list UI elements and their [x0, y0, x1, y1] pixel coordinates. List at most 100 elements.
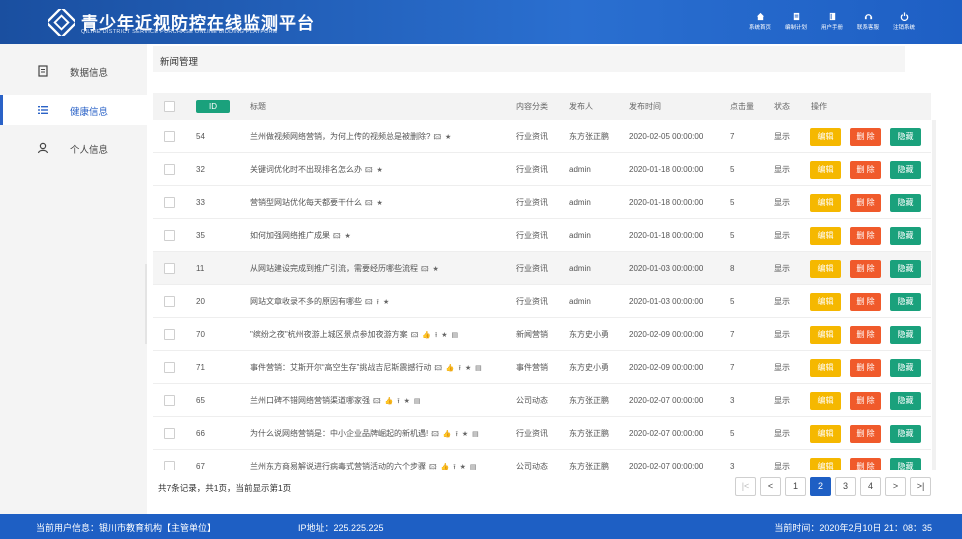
last-page-button[interactable]: >| [910, 477, 931, 496]
table-scrollbar[interactable] [932, 120, 936, 470]
delete-button[interactable]: 删 除 [850, 293, 881, 311]
page-button-3[interactable]: 3 [835, 477, 856, 496]
delete-button[interactable]: 删 除 [850, 260, 881, 278]
page-button-2[interactable]: 2 [810, 477, 831, 496]
title-text[interactable]: 兰州做视频网络营销，为何上传的视频总是被删除? [250, 132, 430, 141]
table-row[interactable]: 67 兰州东方商易解说进行病毒式营销活动的六个步骤 🖾 👍 ⭱ ★ ▤ 公司动态 东方张… [153, 450, 931, 470]
cell-title[interactable]: 网站文章收录不多的原因有哪些 🖾 ⭱ ★ [250, 285, 390, 319]
row-checkbox[interactable] [164, 428, 175, 439]
table-row[interactable]: 54 兰州做视频网络营销，为何上传的视频总是被删除? 🖾 ★ 行业资讯 东方张正鹏 202… [153, 120, 931, 153]
edit-button[interactable]: 编辑 [810, 227, 841, 245]
row-checkbox[interactable] [164, 197, 175, 208]
title-text[interactable]: 兰州口碑不错网络营销渠道哪家强 [250, 396, 370, 405]
cell-title[interactable]: 事件营销：艾斯开尔“高空生存”挑战吉尼斯震撼行动 🖾 👍 ⭱ ★ ▤ [250, 351, 483, 385]
hide-button[interactable]: 隐藏 [890, 359, 921, 377]
title-text[interactable]: "缤纷之夜"杭州夜游上城区景点参加夜游方案 [250, 330, 408, 339]
sidebar-item-health[interactable]: 健康信息 [0, 95, 147, 125]
page-button-1[interactable]: 1 [785, 477, 806, 496]
select-all-checkbox[interactable] [164, 101, 175, 112]
table-body[interactable]: 54 兰州做视频网络营销，为何上传的视频总是被删除? 🖾 ★ 行业资讯 东方张正鹏 202… [147, 118, 962, 470]
title-text[interactable]: 网站文章收录不多的原因有哪些 [250, 297, 362, 306]
row-checkbox[interactable] [164, 263, 175, 274]
table-row[interactable]: 70 "缤纷之夜"杭州夜游上城区景点参加夜游方案 🖾 👍 ⭱ ★ ▤ 新闻营销 东方史小… [153, 318, 931, 351]
cell-title[interactable]: 如何加强网络推广成果 🖾 ★ [250, 219, 352, 253]
table-row[interactable]: 20 网站文章收录不多的原因有哪些 🖾 ⭱ ★ 行业资讯 admin 2020-01-03… [153, 285, 931, 318]
first-page-button[interactable]: |< [735, 477, 756, 496]
hide-button[interactable]: 隐藏 [890, 194, 921, 212]
hide-button[interactable]: 隐藏 [890, 425, 921, 443]
cell-category: 行业资讯 [516, 198, 548, 207]
delete-button[interactable]: 删 除 [850, 326, 881, 344]
row-checkbox[interactable] [164, 329, 175, 340]
edit-button[interactable]: 编辑 [810, 425, 841, 443]
edit-button[interactable]: 编辑 [810, 359, 841, 377]
next-page-button[interactable]: > [885, 477, 906, 496]
delete-button[interactable]: 删 除 [850, 359, 881, 377]
cell-title[interactable]: 营销型网站优化每天都要干什么 🖾 ★ [250, 186, 384, 220]
hide-button[interactable]: 隐藏 [890, 392, 921, 410]
column-id[interactable]: ID [196, 100, 230, 113]
row-checkbox[interactable] [164, 461, 175, 470]
table-row[interactable]: 66 为什么说网络营销是：中小企业品牌崛起的新机遇! 🖾 👍 ⭱ ★ ▤ 行业资讯 东方… [153, 417, 931, 450]
title-text[interactable]: 为什么说网络营销是：中小企业品牌崛起的新机遇! [250, 429, 428, 438]
cell-title[interactable]: 兰州口碑不错网络营销渠道哪家强 🖾 👍 ⭱ ★ ▤ [250, 384, 421, 418]
edit-button[interactable]: 编辑 [810, 194, 841, 212]
delete-button[interactable]: 删 除 [850, 161, 881, 179]
hide-button[interactable]: 隐藏 [890, 260, 921, 278]
table-row[interactable]: 32 关键词优化时不出现排名怎么办 🖾 ★ 行业资讯 admin 2020-01-18 0… [153, 153, 931, 186]
nav-logout[interactable]: 注销系统 [886, 12, 922, 31]
hide-button[interactable]: 隐藏 [890, 128, 921, 146]
edit-button[interactable]: 编辑 [810, 458, 841, 470]
title-text[interactable]: 关键词优化时不出现排名怎么办 [250, 165, 362, 174]
cell-id: 65 [196, 396, 205, 405]
nav-support[interactable]: 联系客服 [850, 12, 886, 31]
title-text[interactable]: 营销型网站优化每天都要干什么 [250, 198, 362, 207]
hide-button[interactable]: 隐藏 [890, 161, 921, 179]
row-checkbox[interactable] [164, 131, 175, 142]
table-row[interactable]: 65 兰州口碑不错网络营销渠道哪家强 🖾 👍 ⭱ ★ ▤ 公司动态 东方张正鹏 2020-… [153, 384, 931, 417]
edit-button[interactable]: 编辑 [810, 161, 841, 179]
edit-button[interactable]: 编辑 [810, 293, 841, 311]
title-text[interactable]: 如何加强网络推广成果 [250, 231, 330, 240]
delete-button[interactable]: 删 除 [850, 458, 881, 470]
delete-button[interactable]: 删 除 [850, 227, 881, 245]
cell-title[interactable]: 兰州东方商易解说进行病毒式营销活动的六个步骤 🖾 👍 ⭱ ★ ▤ [250, 450, 477, 470]
edit-button[interactable]: 编辑 [810, 260, 841, 278]
row-checkbox[interactable] [164, 362, 175, 373]
row-checkbox[interactable] [164, 296, 175, 307]
plan-icon [793, 12, 799, 21]
page-button-4[interactable]: 4 [860, 477, 881, 496]
nav-plan[interactable]: 编制计划 [778, 12, 814, 31]
edit-button[interactable]: 编辑 [810, 128, 841, 146]
title-text[interactable]: 兰州东方商易解说进行病毒式营销活动的六个步骤 [250, 462, 426, 470]
hide-button[interactable]: 隐藏 [890, 458, 921, 470]
delete-button[interactable]: 删 除 [850, 425, 881, 443]
sidebar-item-data[interactable]: 数据信息 [0, 56, 147, 86]
hide-button[interactable]: 隐藏 [890, 326, 921, 344]
table-row[interactable]: 33 营销型网站优化每天都要干什么 🖾 ★ 行业资讯 admin 2020-01-18 0… [153, 186, 931, 219]
hide-button[interactable]: 隐藏 [890, 227, 921, 245]
table-row[interactable]: 71 事件营销：艾斯开尔“高空生存”挑战吉尼斯震撼行动 🖾 👍 ⭱ ★ ▤ 事件营销 东… [153, 351, 931, 384]
delete-button[interactable]: 删 除 [850, 128, 881, 146]
sidebar-item-profile[interactable]: 个人信息 [0, 133, 147, 163]
edit-button[interactable]: 编辑 [810, 326, 841, 344]
cell-title[interactable]: "缤纷之夜"杭州夜游上城区景点参加夜游方案 🖾 👍 ⭱ ★ ▤ [250, 318, 459, 352]
hide-button[interactable]: 隐藏 [890, 293, 921, 311]
prev-page-button[interactable]: < [760, 477, 781, 496]
row-checkbox[interactable] [164, 395, 175, 406]
cell-title[interactable]: 为什么说网络营销是：中小企业品牌崛起的新机遇! 🖾 👍 ⭱ ★ ▤ [250, 417, 480, 451]
title-text[interactable]: 从网站建设完成到推广引流，需要经历哪些流程 [250, 264, 418, 273]
title-text[interactable]: 事件营销：艾斯开尔“高空生存”挑战吉尼斯震撼行动 [250, 363, 431, 372]
nav-home[interactable]: 系统首页 [742, 12, 778, 31]
table-row[interactable]: 35 如何加强网络推广成果 🖾 ★ 行业资讯 admin 2020-01-18 00:00… [153, 219, 931, 252]
cell-title[interactable]: 关键词优化时不出现排名怎么办 🖾 ★ [250, 153, 384, 187]
delete-button[interactable]: 删 除 [850, 194, 881, 212]
table-row[interactable]: 11 从网站建设完成到推广引流，需要经历哪些流程 🖾 ★ 行业资讯 admin 2020-… [153, 252, 931, 285]
row-checkbox[interactable] [164, 230, 175, 241]
cell-title[interactable]: 兰州做视频网络营销，为何上传的视频总是被删除? 🖾 ★ [250, 120, 452, 154]
edit-button[interactable]: 编辑 [810, 392, 841, 410]
cell-title[interactable]: 从网站建设完成到推广引流，需要经历哪些流程 🖾 ★ [250, 252, 440, 286]
row-checkbox[interactable] [164, 164, 175, 175]
nav-manual[interactable]: 用户手册 [814, 12, 850, 31]
delete-button[interactable]: 删 除 [850, 392, 881, 410]
